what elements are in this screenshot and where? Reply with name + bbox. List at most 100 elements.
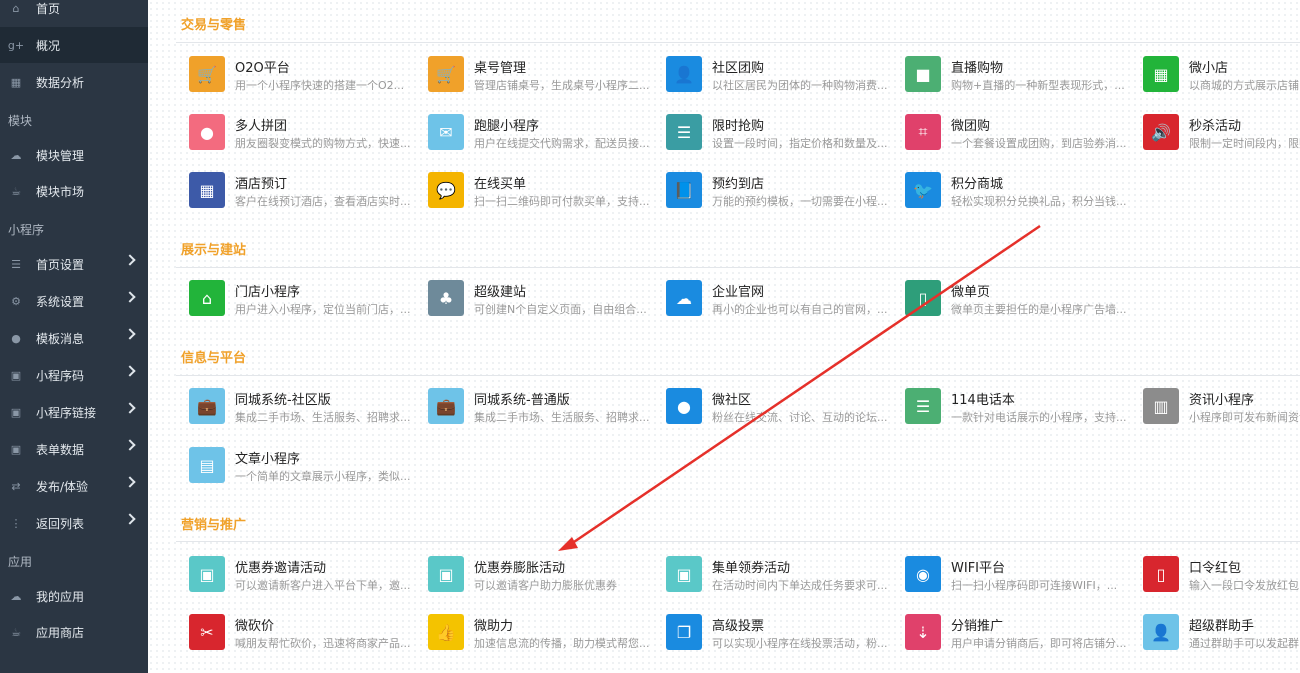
app-card[interactable]: ⌗ 微团购 一个套餐设置成团购，到店验券消... [905, 114, 1127, 158]
sidebar-item-12[interactable]: ⋮ 返回列表 [0, 505, 148, 541]
app-card[interactable]: 💬 在线买单 扫一扫二维码即可付款买单，支持... [428, 172, 650, 216]
app-card-title: 酒店预订 [235, 177, 288, 192]
app-card-title: 微小店 [1189, 61, 1229, 76]
app-card-title: 微助力 [474, 619, 514, 634]
main-content: 交易与零售 🛒 O2O平台 用一个小程序快速的搭建一个O2... 🛒 桌号管理 管理店铺桌号… [148, 0, 1300, 673]
app-card-description: 客户在线预订酒店，查看酒店实时... [235, 195, 411, 208]
sidebar-item-10[interactable]: ▣ 表单数据 [0, 431, 148, 467]
app-card[interactable]: 🛒 O2O平台 用一个小程序快速的搭建一个O2... [189, 56, 409, 100]
app-card[interactable]: ▥ 资讯小程序 小程序即可发布新闻资讯 [1143, 388, 1300, 432]
copy-icon: ❐ [666, 614, 702, 650]
app-card-title: 文章小程序 [235, 452, 301, 467]
app-card-description: 限制一定时间段内，限购 [1189, 137, 1300, 150]
app-card[interactable]: ❐ 高级投票 可以实现小程序在线投票活动，粉... [666, 614, 888, 658]
app-card-title: 分销推广 [951, 619, 1004, 634]
app-card[interactable]: ▯ 微单页 微单页主要担任的是小程序广告墙... [905, 280, 1127, 324]
briefcase-icon: 💼 [189, 388, 225, 424]
app-card-title: 社区团购 [712, 61, 765, 76]
app-card-title: WIFI平台 [951, 561, 1005, 576]
app-card-title: 超级群助手 [1189, 619, 1255, 634]
sidebar-item-label: 小程序码 [36, 368, 85, 383]
app-card[interactable]: ⇣ 分销推广 用户申请分销商后，即可将店铺分... [905, 614, 1127, 658]
app-card-description: 万能的预约模板，一切需要在小程... [712, 195, 888, 208]
app-card[interactable]: 👤 社区团购 以社区居民为团体的一种购物消费... [666, 56, 888, 100]
sidebar-item-label: 模块管理 [36, 148, 85, 163]
user-tie-icon: 👤 [666, 56, 702, 92]
sidebar-item-11[interactable]: ⇄ 发布/体验 [0, 468, 148, 504]
sidebar-item-3[interactable]: ☁ 模块管理 [0, 137, 148, 173]
app-card[interactable]: ■ 直播购物 购物+直播的一种新型表现形式，... [905, 56, 1125, 100]
sidebar-section-title: 小程序 [8, 223, 45, 237]
app-card[interactable]: ▣ 优惠券膨胀活动 可以邀请客户助力膨胀优惠券 [428, 556, 648, 600]
app-card-description: 一款针对电话展示的小程序，支持... [951, 411, 1127, 424]
app-card-title: 桌号管理 [474, 61, 527, 76]
rss-icon: ◉ [905, 556, 941, 592]
volume-icon: 🔊 [1143, 114, 1179, 150]
app-card-title: 直播购物 [951, 61, 1004, 76]
qrcode-icon: ▣ [189, 556, 225, 592]
app-card[interactable]: 👍 微助力 加速信息流的传播，助力模式帮您... [428, 614, 650, 658]
app-card[interactable]: ▣ 优惠券邀请活动 可以邀请新客户进入平台下单，邀... [189, 556, 411, 600]
sidebar-item-2[interactable]: ▦ 数据分析 [0, 64, 148, 100]
app-card[interactable]: 🔊 秒杀活动限制一定时间段内，限购 [1143, 114, 1300, 158]
briefcase-icon: 💼 [428, 388, 464, 424]
app-card-title: 秒杀活动 [1189, 119, 1242, 134]
chevron-right-icon [124, 439, 136, 451]
sidebar-item-14[interactable]: ☕ 应用商店 [0, 614, 148, 650]
section-title: 营销与推广 [181, 518, 247, 533]
table-icon: ▦ [189, 172, 225, 208]
app-card[interactable]: ✉ 跑腿小程序 用户在线提交代购需求，配送员接... [428, 114, 650, 158]
app-card[interactable]: 👤 超级群助手 通过群助手可以发起群 [1143, 614, 1300, 658]
app-card-description: 可创建N个自定义页面，自由组合... [474, 303, 647, 316]
app-card-title: 口令红包 [1189, 561, 1242, 576]
app-card[interactable]: ▣ 集单领券活动 在活动时间内下单达成任务要求可... [666, 556, 888, 600]
scissors-icon: ✂ [189, 614, 225, 650]
sidebar-item-13[interactable]: ☁ 我的应用 [0, 578, 148, 614]
sidebar-item-8[interactable]: ▣ 小程序码 [0, 357, 148, 393]
app-card-description: 小程序即可发布新闻资讯 [1189, 411, 1300, 424]
list-icon: ☰ [905, 388, 941, 424]
section-title: 展示与建站 [181, 243, 247, 258]
sidebar-item-1[interactable]: g+ 概况 [0, 27, 148, 63]
app-card[interactable]: ▦ 酒店预订客户在线预订酒店，查看酒店实时... [189, 172, 411, 216]
cart-icon: 🛒 [428, 56, 464, 92]
sidebar-item-7[interactable]: ● 模板消息 [0, 320, 148, 356]
app-card[interactable]: ▯ 口令红包 输入一段口令发放红包 [1143, 556, 1300, 600]
app-card[interactable]: 📘 预约到店 万能的预约模板，一切需要在小程... [666, 172, 888, 216]
app-card-description: 用户申请分销商后，即可将店铺分... [951, 637, 1127, 650]
app-card[interactable]: ☰ 限时抢购 设置一段时间，指定价格和数量及... [666, 114, 888, 158]
sidebar-item-4[interactable]: ☕ 模块市场 [0, 173, 148, 209]
app-card[interactable]: ▤ 文章小程序 一个简单的文章展示小程序，类似... [189, 447, 411, 491]
qrcode-icon: ▣ [10, 368, 22, 382]
app-card[interactable]: 🛒 桌号管理 管理店铺桌号，生成桌号小程序二... [428, 56, 650, 100]
app-card-description: 以商城的方式展示店铺， [1189, 79, 1300, 92]
app-card-title: 积分商城 [951, 177, 1004, 192]
sidebar-item-9[interactable]: ▣ 小程序链接 [0, 394, 148, 430]
app-card[interactable]: ☁ 企业官网 再小的企业也可以有自己的官网，... [666, 280, 888, 324]
app-card[interactable]: ● 多人拼团 朋友圈裂变模式的购物方式，快速... [189, 114, 411, 158]
section-divider [176, 42, 1300, 43]
app-card-title: 微砍价 [235, 619, 275, 634]
app-card[interactable]: ● 微社区 粉丝在线交流、讨论、互动的论坛... [666, 388, 888, 432]
sidebar-item-6[interactable]: ⚙ 系统设置 [0, 283, 148, 319]
chevron-right-icon [124, 291, 136, 303]
app-card[interactable]: ▦ 微小店 以商城的方式展示店铺， [1143, 56, 1300, 100]
app-card[interactable]: ☰ 114电话本一款针对电话展示的小程序，支持... [905, 388, 1127, 432]
app-card[interactable]: ✂ 微砍价喊朋友帮忙砍价，迅速将商家产品... [189, 614, 411, 658]
app-card[interactable]: ◉ WIFI平台 扫一扫小程序码即可连接WIFI，... [905, 556, 1125, 600]
app-card-title: 预约到店 [712, 177, 765, 192]
app-card[interactable]: ♣ 超级建站 可创建N个自定义页面，自由组合... [428, 280, 648, 324]
app-card-description: 喊朋友帮忙砍价，迅速将商家产品... [235, 637, 411, 650]
app-card[interactable]: 💼 同城系统-社区版 集成二手市场、生活服务、招聘求... [189, 388, 411, 432]
sidebar-item-5[interactable]: ☰ 首页设置 [0, 246, 148, 282]
app-card-title: 微团购 [951, 119, 991, 134]
app-card[interactable]: 💼 同城系统-普通版 集成二手市场、生活服务、招聘求... [428, 388, 650, 432]
qrcode-icon: ▣ [428, 556, 464, 592]
qrcode-icon: ▣ [10, 405, 22, 419]
sidebar-item-0[interactable]: ⌂ 首页 [0, 0, 148, 26]
app-card[interactable]: 🐦 积分商城 轻松实现积分兑换礼品，积分当钱... [905, 172, 1127, 216]
app-card[interactable]: ⌂ 门店小程序 用户进入小程序，定位当前门店，... [189, 280, 411, 324]
sidebar-item-label: 返回列表 [36, 516, 85, 531]
app-card-title: 114电话本 [951, 393, 1015, 408]
envelope-icon: ✉ [428, 114, 464, 150]
